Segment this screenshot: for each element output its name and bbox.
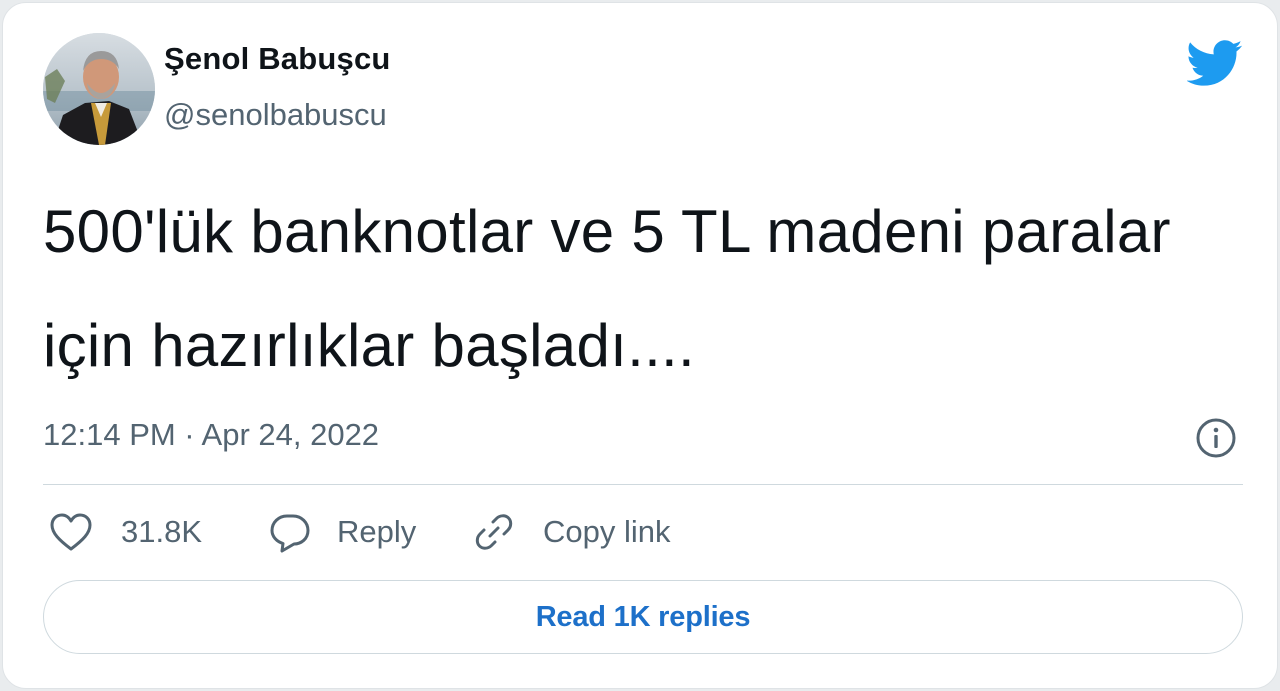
like-count: 31.8K [121,514,203,549]
author-handle[interactable]: @senolbabuscu [164,97,387,133]
link-icon [475,514,513,550]
avatar-photo [43,33,155,145]
author-name[interactable]: Şenol Babuşcu [164,41,391,77]
info-icon[interactable] [1195,417,1237,459]
tweet-timestamp[interactable]: 12:14 PM · Apr 24, 2022 [43,417,379,453]
tweet-text: 500'lük banknotlar ve 5 TL madeni parala… [43,198,1171,379]
reply-button[interactable]: Reply [269,508,416,556]
copy-link-button[interactable]: Copy link [473,508,671,556]
reply-label: Reply [337,514,417,549]
twitter-bird-icon[interactable] [1186,39,1243,87]
heart-icon [50,513,92,551]
read-replies-button[interactable]: Read 1K replies [43,580,1243,654]
author-avatar[interactable] [43,33,155,145]
tweet-card: Şenol Babuşcu @senolbabuscu 500'lük bank… [2,2,1278,689]
divider [43,484,1243,485]
like-button[interactable]: 31.8K [49,508,202,556]
speech-bubble-icon [270,514,310,553]
copy-link-label: Copy link [543,514,671,549]
